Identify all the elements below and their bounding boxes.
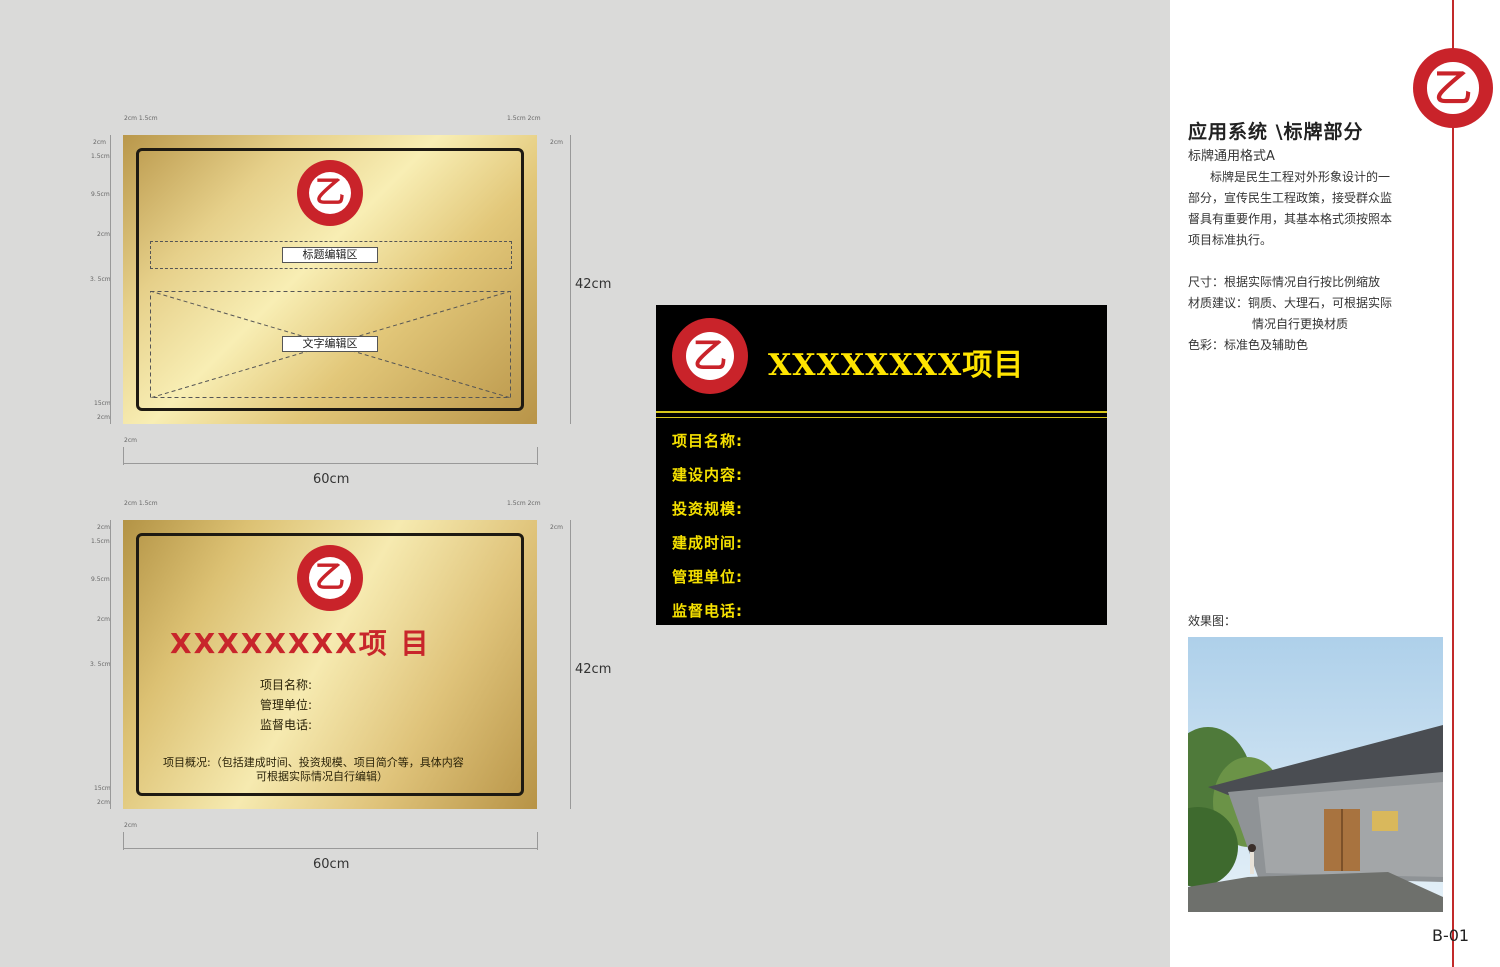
spec-line: 情况自行更换材质 (1252, 317, 1349, 331)
brand-logo: 乙 (1413, 48, 1493, 128)
spec-line: 材质建议：铜质、大理石，可根据实际 (1188, 296, 1393, 310)
sign-field: 建设内容: (672, 466, 743, 484)
logo-emblem: 乙 (672, 318, 748, 394)
sign-field: 监督电话: (672, 602, 743, 620)
height-label: 42cm (575, 662, 612, 677)
dim-guide (123, 832, 124, 850)
description-line: 标牌是民生工程对外形象设计的一 (1210, 170, 1391, 184)
dim-top-left: 2cm 1.5cm (124, 115, 158, 122)
dim-guide (110, 520, 111, 809)
plaque-title: XXXXXXXX项 目 (170, 627, 431, 660)
plaque-overview: 可根据实际情况自行编辑） (256, 770, 388, 783)
text-zone-label: 文字编辑区 (282, 336, 378, 352)
page-number: B-01 (1432, 926, 1470, 945)
dim-left: 2cm (97, 616, 110, 623)
logo-emblem: 乙 (297, 545, 363, 611)
dim-left: 9.5cm (91, 191, 110, 198)
dim-guide (123, 447, 124, 465)
logo-glyph: 乙 (315, 175, 345, 210)
sign-field: 项目名称: (672, 432, 743, 450)
section-subheading: 标牌通用格式A (1188, 149, 1275, 164)
logo-emblem: 乙 (297, 160, 363, 226)
plaque-field: 管理单位: (260, 698, 313, 712)
dim-left: 2cm (97, 231, 110, 238)
plaque-field: 项目名称: (260, 678, 313, 692)
dim-left: 2cm (97, 799, 110, 806)
effect-label: 效果图： (1188, 614, 1237, 628)
sign-divider (656, 417, 1107, 418)
spec-line: 色彩：标准色及辅助色 (1188, 338, 1309, 352)
sign-field: 建成时间: (672, 534, 743, 552)
dim-guide (123, 848, 537, 849)
dim-left: 2cm (93, 139, 106, 146)
description-line: 部分，宣传民生工程政策，接受群众监 (1188, 191, 1393, 205)
title-zone-label: 标题编辑区 (282, 247, 378, 263)
dim-top-right: 1.5cm 2cm (507, 500, 541, 507)
logo-glyph: 乙 (1433, 65, 1472, 110)
logo-glyph: 乙 (315, 560, 345, 595)
dim-bottom-left: 2cm (124, 437, 137, 444)
sign-title: XXXXXXXX项目 (768, 348, 1025, 383)
sign-field: 投资规模: (672, 500, 743, 518)
dim-left: 3. 5cm (90, 276, 111, 283)
effect-photo (1188, 637, 1443, 912)
plaque-field: 监督电话: (260, 718, 313, 732)
dim-left: 15cm (94, 400, 111, 407)
sign-field: 管理单位: (672, 568, 743, 586)
dim-left: 2cm (97, 524, 110, 531)
dim-right-top: 2cm (550, 139, 563, 146)
dim-top-right: 1.5cm 2cm (507, 115, 541, 122)
spec-line: 尺寸：根据实际情况自行按比例缩放 (1188, 275, 1381, 289)
dim-top-left: 2cm 1.5cm (124, 500, 158, 507)
description-line: 项目标准执行。 (1188, 233, 1273, 247)
dim-left: 3. 5cm (90, 661, 111, 668)
dim-left: 2cm (97, 414, 110, 421)
width-label: 60cm (313, 857, 350, 872)
sign-divider (656, 411, 1107, 413)
sidebar-accent-line (1452, 0, 1454, 967)
dim-left: 9.5cm (91, 576, 110, 583)
dim-guide (537, 447, 538, 465)
dim-right-top: 2cm (550, 524, 563, 531)
section-heading: 应用系统 \标牌部分 (1188, 121, 1364, 143)
dim-guide (110, 135, 111, 424)
dim-guide (570, 135, 571, 424)
dim-guide (123, 463, 537, 464)
height-label: 42cm (575, 277, 612, 292)
dim-bottom-left: 2cm (124, 822, 137, 829)
dim-left: 15cm (94, 785, 111, 792)
description-line: 督具有重要作用，其基本格式须按照本 (1188, 212, 1393, 226)
dim-guide (570, 520, 571, 809)
dim-left: 1.5cm (91, 538, 110, 545)
dim-left: 1.5cm (91, 153, 110, 160)
width-label: 60cm (313, 472, 350, 487)
dim-guide (537, 832, 538, 850)
logo-glyph: 乙 (693, 336, 727, 376)
